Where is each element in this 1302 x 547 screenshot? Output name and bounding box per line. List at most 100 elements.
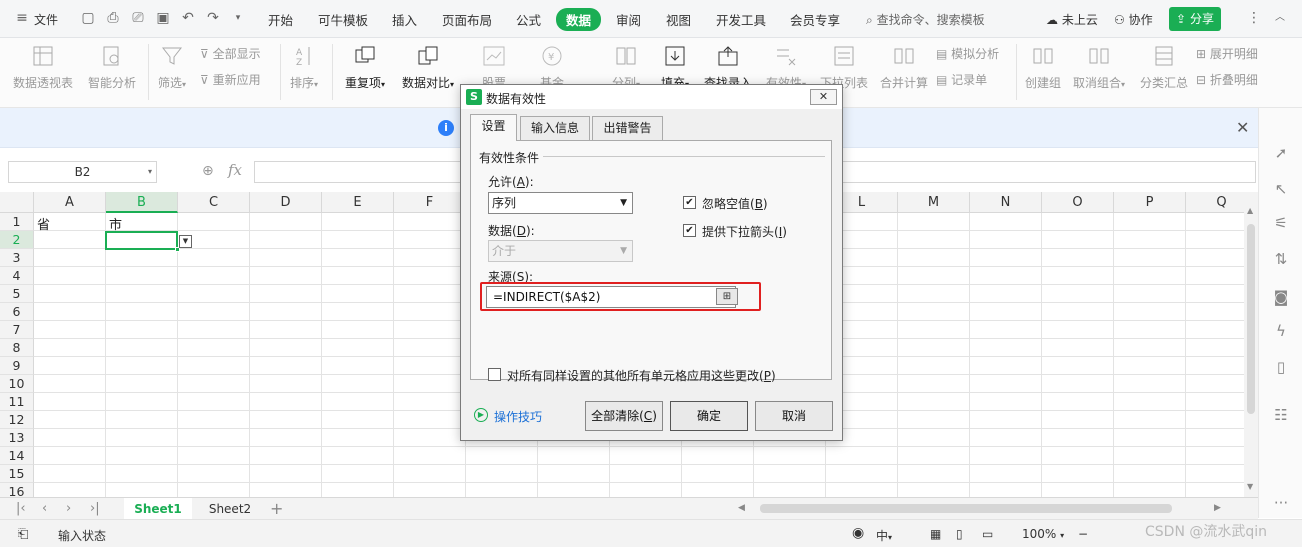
- eye-protection-icon[interactable]: ◉: [852, 525, 864, 541]
- tab-input-message[interactable]: 输入信息: [520, 116, 590, 140]
- preview-icon[interactable]: ▣: [155, 10, 171, 26]
- collapse-ribbon-icon[interactable]: ︿: [1272, 10, 1288, 26]
- zoom-level[interactable]: 100% ▾: [1022, 527, 1064, 541]
- row-header[interactable]: 11: [0, 393, 34, 411]
- cancel-button[interactable]: 取消: [755, 401, 833, 431]
- subtotal-button[interactable]: 分类汇总: [1138, 44, 1190, 91]
- transform-icon[interactable]: ⇅: [1272, 250, 1290, 268]
- normal-view-icon[interactable]: ▦: [930, 527, 941, 541]
- column-header[interactable]: B: [106, 192, 178, 213]
- add-sheet-icon[interactable]: +: [270, 499, 283, 518]
- clear-all-button[interactable]: 全部清除(C): [585, 401, 663, 431]
- expand-detail-button[interactable]: ⊞ 展开明细: [1196, 45, 1258, 62]
- row-header[interactable]: 10: [0, 375, 34, 393]
- cell-a1[interactable]: 省: [37, 214, 50, 233]
- sliders-icon[interactable]: ⚟: [1272, 214, 1290, 232]
- share-button[interactable]: ⇪ 分享: [1169, 7, 1221, 31]
- zoom-out-icon[interactable]: −: [1078, 527, 1088, 541]
- data-compare-button[interactable]: 数据对比▾: [398, 44, 458, 91]
- sheet-tab-2[interactable]: Sheet2: [196, 498, 264, 520]
- row-header[interactable]: 16: [0, 483, 34, 497]
- consolidate-button[interactable]: 合并计算: [878, 44, 930, 91]
- row-header[interactable]: 13: [0, 429, 34, 447]
- selected-cell-b2[interactable]: [105, 231, 178, 250]
- column-header[interactable]: M: [898, 192, 970, 213]
- close-icon[interactable]: ✕: [810, 89, 837, 105]
- name-box[interactable]: B2 ▾: [8, 161, 157, 183]
- export-icon[interactable]: ⎙: [105, 10, 121, 26]
- data-select[interactable]: 介于 ▼: [488, 240, 633, 262]
- tab-templates[interactable]: 可牛模板: [318, 10, 368, 29]
- column-header[interactable]: D: [250, 192, 322, 213]
- pivot-table-button[interactable]: 数据透视表: [10, 44, 76, 91]
- first-sheet-icon[interactable]: |‹: [16, 501, 26, 516]
- row-header[interactable]: 2: [0, 231, 34, 249]
- collapse-detail-button[interactable]: ⊟ 折叠明细: [1196, 71, 1258, 88]
- what-if-analysis-button[interactable]: ▤ 模拟分析: [936, 45, 999, 62]
- prev-sheet-icon[interactable]: ‹: [42, 501, 47, 516]
- row-header[interactable]: 14: [0, 447, 34, 465]
- page-layout-icon[interactable]: ▯: [956, 527, 963, 541]
- dropdown-arrow-checkbox[interactable]: ✔: [683, 224, 696, 237]
- row-header[interactable]: 3: [0, 249, 34, 267]
- book-icon[interactable]: ▯: [1272, 358, 1290, 376]
- ungroup-button[interactable]: 取消组合▾: [1070, 44, 1128, 91]
- tab-error-alert[interactable]: 出错警告: [592, 116, 663, 140]
- tab-view[interactable]: 视图: [666, 10, 691, 29]
- more-icon[interactable]: ⋮: [1246, 10, 1262, 26]
- cursor-icon[interactable]: ↖: [1272, 180, 1290, 198]
- column-header[interactable]: P: [1114, 192, 1186, 213]
- tab-review[interactable]: 审阅: [616, 10, 641, 29]
- hamburger-icon[interactable]: ≡: [14, 10, 30, 26]
- lightning-icon[interactable]: ϟ: [1272, 322, 1290, 340]
- cell-dropdown-arrow[interactable]: ▼: [179, 235, 192, 248]
- row-header[interactable]: 8: [0, 339, 34, 357]
- record-form-button[interactable]: ▤ 记录单: [936, 71, 987, 88]
- create-group-button[interactable]: 创建组: [1022, 44, 1064, 91]
- horizontal-scroll-thumb[interactable]: [760, 504, 1172, 513]
- row-header[interactable]: 9: [0, 357, 34, 375]
- scroll-down-icon[interactable]: ▼: [1247, 482, 1253, 491]
- cloud-status[interactable]: ☁ 未上云: [1046, 11, 1098, 28]
- column-header[interactable]: O: [1042, 192, 1114, 213]
- show-all-button[interactable]: ⊽ 全部显示: [200, 45, 261, 62]
- select-all-corner[interactable]: [0, 192, 34, 213]
- sort-button[interactable]: AZ 排序▾: [286, 44, 322, 91]
- rocket-icon[interactable]: ➚: [1272, 144, 1290, 162]
- row-header[interactable]: 4: [0, 267, 34, 285]
- column-header[interactable]: N: [970, 192, 1042, 213]
- smart-analysis-button[interactable]: 智能分析: [86, 44, 138, 91]
- column-header[interactable]: A: [34, 192, 106, 213]
- zoom-formula-icon[interactable]: ⊕: [202, 163, 214, 179]
- file-menu[interactable]: 文件: [34, 11, 58, 28]
- scroll-left-icon[interactable]: ◀: [738, 503, 745, 513]
- ime-indicator[interactable]: 中▾: [876, 527, 892, 544]
- row-header[interactable]: 12: [0, 411, 34, 429]
- tab-member[interactable]: 会员专享: [790, 10, 840, 29]
- next-sheet-icon[interactable]: ›: [66, 501, 71, 516]
- chevron-down-icon[interactable]: ▾: [230, 10, 246, 26]
- row-header[interactable]: 1: [0, 213, 34, 231]
- collab-button[interactable]: ⚇ 协作: [1114, 11, 1153, 28]
- column-header[interactable]: F: [394, 192, 466, 213]
- function-icon[interactable]: fx: [228, 161, 242, 179]
- sheet-tab-1[interactable]: Sheet1: [124, 498, 192, 520]
- column-header[interactable]: Q: [1186, 192, 1244, 213]
- tab-page-layout[interactable]: 页面布局: [442, 10, 492, 29]
- page-break-icon[interactable]: ▭: [982, 527, 993, 541]
- allow-select[interactable]: 序列 ▼: [488, 192, 633, 214]
- tips-link[interactable]: 操作技巧: [494, 408, 542, 425]
- row-header[interactable]: 7: [0, 321, 34, 339]
- tab-data[interactable]: 数据: [556, 8, 602, 31]
- tab-home[interactable]: 开始: [268, 10, 293, 29]
- print-icon[interactable]: ⎚: [130, 10, 146, 26]
- close-icon[interactable]: ✕: [1236, 118, 1249, 137]
- tab-insert[interactable]: 插入: [392, 10, 417, 29]
- apply-all-checkbox[interactable]: [488, 368, 501, 381]
- redo-icon[interactable]: ↷: [205, 10, 221, 26]
- tab-settings[interactable]: 设置: [470, 114, 517, 141]
- filter-button[interactable]: 筛选▾: [154, 44, 190, 91]
- row-header[interactable]: 15: [0, 465, 34, 483]
- row-header[interactable]: 6: [0, 303, 34, 321]
- save-icon[interactable]: ▢: [80, 10, 96, 26]
